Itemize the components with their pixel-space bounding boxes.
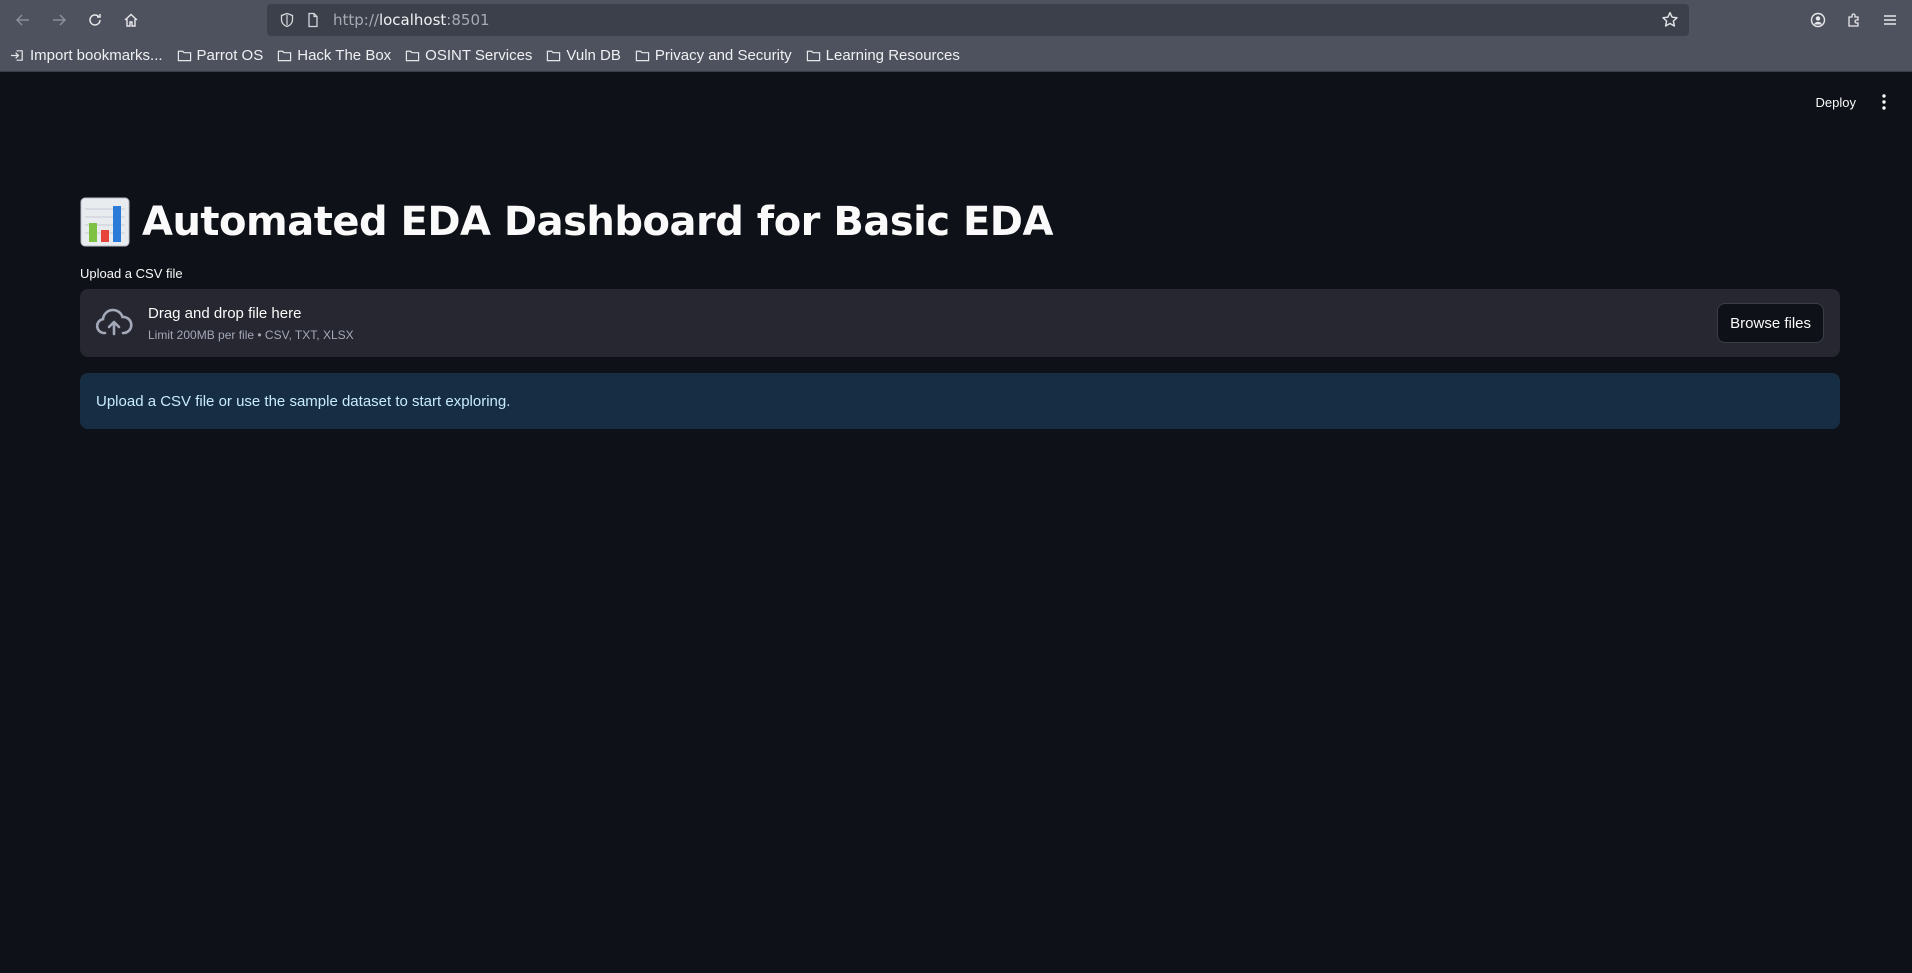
bookmark-label: Parrot OS <box>196 47 264 64</box>
puzzle-icon <box>1848 13 1859 27</box>
page-title: Automated EDA Dashboard for Basic EDA <box>142 199 1053 245</box>
dropzone-limit: Limit 200MB per file • CSV, TXT, XLSX <box>148 327 354 342</box>
url-bar[interactable]: http://localhost:8501 <box>267 4 1689 36</box>
page-icon[interactable] <box>305 12 321 28</box>
reload-button[interactable] <box>77 2 113 38</box>
main-menu-button[interactable] <box>1870 88 1898 116</box>
bookmark-label: Import bookmarks... <box>30 47 163 64</box>
browser-right-tools <box>1800 0 1912 40</box>
bookmark-vuln-db[interactable]: Vuln DB <box>546 47 621 64</box>
hamburger-icon <box>1884 15 1896 25</box>
cloud-upload-icon <box>95 308 133 336</box>
home-icon <box>124 13 138 27</box>
app-container: Deploy Automated EDA Dashboard for Basic… <box>0 72 1912 973</box>
arrow-right-icon <box>53 14 67 26</box>
arrow-left-icon <box>15 14 29 26</box>
folder-icon <box>635 50 650 62</box>
app-header: Deploy <box>1808 72 1912 132</box>
folder-icon <box>806 50 820 62</box>
folder-icon <box>405 50 420 62</box>
import-icon <box>10 50 23 61</box>
bar-chart-emoji-icon <box>80 197 130 247</box>
browse-files-button[interactable]: Browse files <box>1717 303 1824 343</box>
file-dropzone[interactable]: Drag and drop file here Limit 200MB per … <box>80 289 1840 357</box>
reload-icon <box>89 14 101 26</box>
bookmark-label: Privacy and Security <box>654 47 792 64</box>
bookmark-import[interactable]: Import bookmarks... <box>10 47 163 64</box>
bookmark-hack-the-box[interactable]: Hack The Box <box>277 47 391 64</box>
deploy-button[interactable]: Deploy <box>1808 89 1864 116</box>
shield-icon[interactable] <box>279 12 295 28</box>
uploader-label: Upload a CSV file <box>80 266 183 281</box>
bookmark-parrot-os[interactable]: Parrot OS <box>177 47 264 64</box>
title-row: Automated EDA Dashboard for Basic EDA <box>80 190 1840 254</box>
bookmark-label: Hack The Box <box>297 47 392 64</box>
url-prefix: http:// <box>333 11 379 29</box>
folder-icon <box>177 50 191 62</box>
back-button[interactable] <box>5 2 41 38</box>
bookmark-osint-services[interactable]: OSINT Services <box>405 47 532 64</box>
extensions-button[interactable] <box>1836 2 1872 38</box>
home-button[interactable] <box>113 2 149 38</box>
account-button[interactable] <box>1800 2 1836 38</box>
app-menu-button[interactable] <box>1872 2 1908 38</box>
folder-icon <box>547 50 561 62</box>
bookmarks-bar: Import bookmarks... Parrot OS Hack The B… <box>0 40 1912 72</box>
bookmark-label: OSINT Services <box>425 47 533 64</box>
info-alert-text: Upload a CSV file or use the sample data… <box>96 392 511 410</box>
info-alert: Upload a CSV file or use the sample data… <box>80 373 1840 429</box>
dropzone-instructions: Drag and drop file here <box>148 304 302 322</box>
account-icon <box>1810 12 1826 28</box>
url-text[interactable]: http://localhost:8501 <box>333 11 490 29</box>
bookmark-label: Learning Resources <box>825 47 960 64</box>
forward-button[interactable] <box>41 2 77 38</box>
browser-toolbar: http://localhost:8501 <box>0 0 1912 40</box>
main-content: Automated EDA Dashboard for Basic EDA Up… <box>80 190 1840 429</box>
bookmark-label: Vuln DB <box>566 47 621 64</box>
more-vertical-icon <box>1882 94 1886 110</box>
url-port: :8501 <box>446 11 490 29</box>
bookmark-learning-resources[interactable]: Learning Resources <box>806 47 960 64</box>
folder-icon <box>278 50 292 62</box>
bookmark-star-icon[interactable] <box>1661 11 1679 29</box>
bookmark-privacy-security[interactable]: Privacy and Security <box>635 47 792 64</box>
dropzone-text: Drag and drop file here Limit 200MB per … <box>148 305 354 342</box>
url-host: localhost <box>378 11 447 29</box>
